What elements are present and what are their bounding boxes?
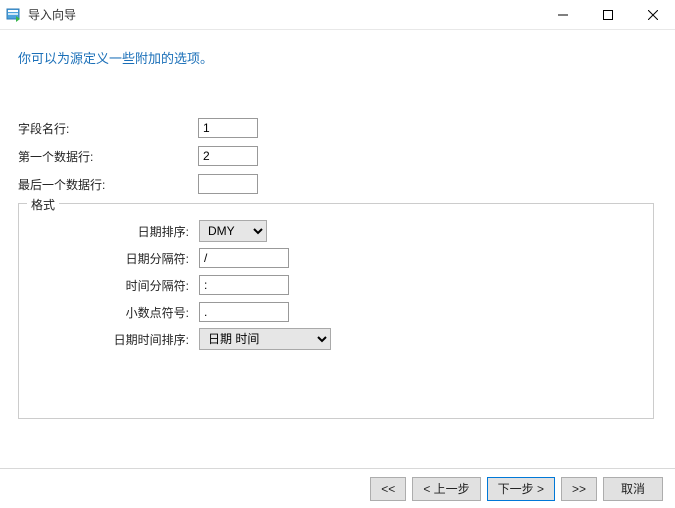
label-last-data-row: 最后一个数据行:: [18, 176, 198, 193]
row-date-separator: 日期分隔符:: [29, 245, 643, 271]
app-icon: [6, 7, 22, 23]
cancel-button[interactable]: 取消: [603, 477, 663, 501]
row-time-separator: 时间分隔符:: [29, 272, 643, 298]
label-first-data-row: 第一个数据行:: [18, 148, 198, 165]
row-first-data-row: 第一个数据行:: [18, 143, 657, 169]
format-legend: 格式: [27, 196, 59, 213]
minimize-button[interactable]: [540, 0, 585, 29]
input-decimal-symbol[interactable]: [199, 302, 289, 322]
label-time-separator: 时间分隔符:: [29, 277, 199, 294]
prev-button[interactable]: < 上一步: [412, 477, 480, 501]
input-date-separator[interactable]: [199, 248, 289, 268]
label-decimal-symbol: 小数点符号:: [29, 304, 199, 321]
first-button[interactable]: <<: [370, 477, 406, 501]
row-datetime-order: 日期时间排序: 日期 时间: [29, 326, 643, 352]
input-time-separator[interactable]: [199, 275, 289, 295]
next-button[interactable]: 下一步 >: [487, 477, 555, 501]
select-date-order[interactable]: DMY: [199, 220, 267, 242]
footer: << < 上一步 下一步 > >> 取消: [0, 468, 675, 508]
row-date-order: 日期排序: DMY: [29, 218, 643, 244]
row-last-data-row: 最后一个数据行:: [18, 171, 657, 197]
input-last-data-row[interactable]: [198, 174, 258, 194]
input-field-name-row[interactable]: [198, 118, 258, 138]
input-first-data-row[interactable]: [198, 146, 258, 166]
window-title: 导入向导: [28, 6, 76, 23]
row-decimal-symbol: 小数点符号:: [29, 299, 643, 325]
select-datetime-order[interactable]: 日期 时间: [199, 328, 331, 350]
page-heading: 你可以为源定义一些附加的选项。: [18, 48, 657, 67]
last-button[interactable]: >>: [561, 477, 597, 501]
titlebar: 导入向导: [0, 0, 675, 30]
maximize-button[interactable]: [585, 0, 630, 29]
close-button[interactable]: [630, 0, 675, 29]
row-field-name-row: 字段名行:: [18, 115, 657, 141]
label-date-separator: 日期分隔符:: [29, 250, 199, 267]
label-date-order: 日期排序:: [29, 223, 199, 240]
content-area: 你可以为源定义一些附加的选项。 字段名行: 第一个数据行: 最后一个数据行: 格…: [0, 30, 675, 419]
window-controls: [540, 0, 675, 29]
format-group: 格式 日期排序: DMY 日期分隔符: 时间分隔符: 小数点符号: 日期时间排序…: [18, 203, 654, 419]
label-datetime-order: 日期时间排序:: [29, 331, 199, 348]
label-field-name-row: 字段名行:: [18, 120, 198, 137]
